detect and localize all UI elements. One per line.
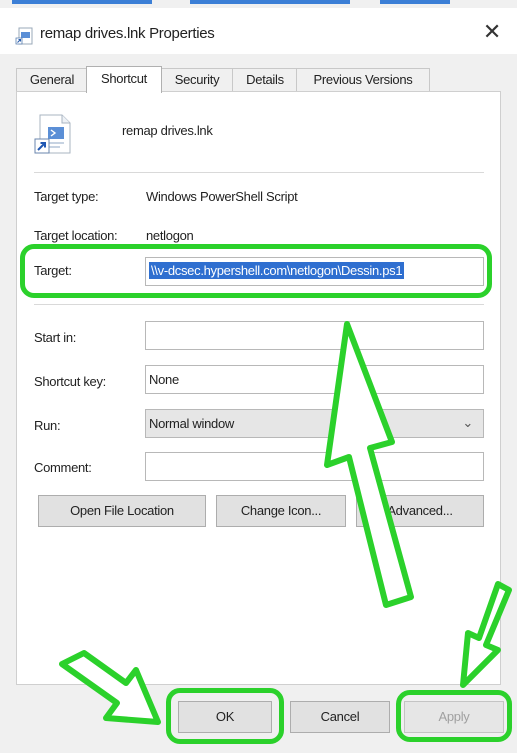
annotation-arrows	[59, 321, 512, 725]
arrow-to-ok	[59, 650, 161, 725]
arrow-to-apply	[460, 581, 512, 688]
tab-shortcut[interactable]: Shortcut	[86, 66, 162, 93]
arrow-up-to-target	[324, 321, 414, 608]
